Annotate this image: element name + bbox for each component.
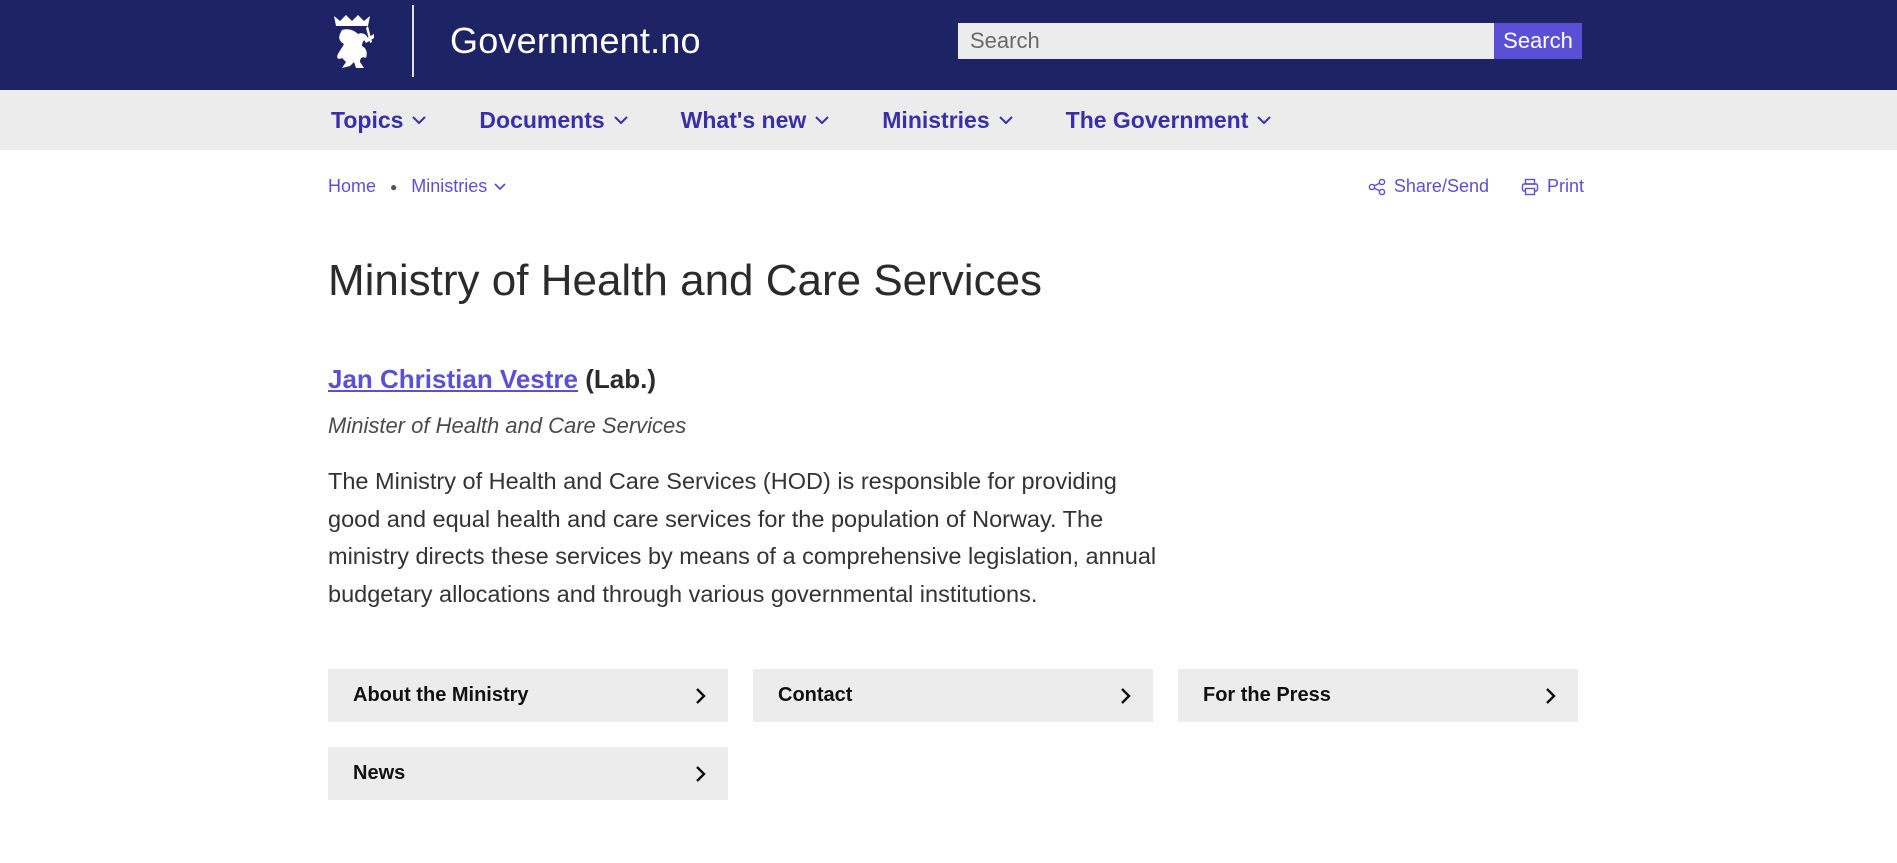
card-news[interactable]: News — [328, 747, 728, 800]
nav-item-documents[interactable]: Documents — [479, 107, 628, 134]
chevron-right-icon — [1121, 687, 1131, 704]
nav-item-label: Documents — [479, 106, 605, 133]
print-button[interactable]: Print — [1521, 176, 1584, 197]
card-for-the-press[interactable]: For the Press — [1178, 669, 1578, 722]
chevron-down-icon — [1257, 116, 1272, 125]
breadcrumb: Home ● Ministries — [328, 176, 507, 197]
nav-item-label: Ministries — [882, 106, 990, 133]
chevron-right-icon — [696, 765, 706, 782]
nav-item-topics[interactable]: Topics — [331, 107, 427, 134]
nav-item-label: The Government — [1065, 106, 1249, 133]
site-header: Government.no Search — [0, 0, 1897, 90]
nav-item-the-government[interactable]: The Government — [1066, 107, 1273, 134]
chevron-down-icon — [494, 183, 506, 191]
breadcrumb-home[interactable]: Home — [328, 176, 376, 197]
card-label: News — [353, 762, 406, 784]
minister-party: (Lab.) — [585, 364, 656, 394]
search-button[interactable]: Search — [1494, 23, 1582, 59]
printer-icon — [1521, 178, 1539, 195]
chevron-down-icon — [815, 116, 829, 125]
minister-role: Minister of Health and Care Services — [328, 413, 687, 438]
breadcrumb-label: Ministries — [411, 176, 488, 196]
breadcrumb-row: Home ● Ministries Share/Send Print — [328, 150, 1584, 220]
search-input[interactable] — [958, 23, 1494, 59]
ministry-intro: The Ministry of Health and Care Services… — [328, 468, 1157, 607]
card-label: For the Press — [1203, 684, 1331, 706]
breadcrumb-ministries[interactable]: Ministries — [411, 176, 507, 197]
page-tools: Share/Send Print — [1336, 176, 1584, 197]
main-content: Ministry of Health and Care Services Jan… — [328, 256, 1584, 800]
nav-item-label: Topics — [331, 106, 404, 133]
share-label: Share/Send — [1393, 176, 1489, 196]
chevron-right-icon — [1546, 687, 1556, 704]
breadcrumb-separator: ● — [390, 179, 398, 194]
minister-line: Jan Christian Vestre (Lab.) — [328, 364, 1584, 395]
nav-item-whats-new[interactable]: What's new — [681, 107, 831, 134]
card-label: Contact — [778, 684, 853, 706]
nav-inner: Topics Documents What's new Ministries T… — [331, 90, 1587, 150]
main-nav: Topics Documents What's new Ministries T… — [0, 90, 1897, 150]
page-title: Ministry of Health and Care Services — [328, 256, 1043, 305]
chevron-right-icon — [696, 687, 706, 704]
chevron-down-icon — [998, 116, 1013, 125]
chevron-down-icon — [613, 116, 628, 125]
nav-item-ministries[interactable]: Ministries — [882, 107, 1013, 134]
card-label: About the Ministry — [353, 684, 529, 706]
card-about-the-ministry[interactable]: About the Ministry — [328, 669, 728, 722]
logo-divider — [412, 5, 414, 77]
norway-coat-of-arms-logo[interactable] — [328, 12, 378, 74]
shortcut-cards: About the Ministry Contact For the Press… — [328, 669, 1584, 800]
minister-name-link[interactable]: Jan Christian Vestre — [328, 364, 578, 394]
chevron-down-icon — [412, 116, 427, 125]
search-form: Search — [958, 23, 1582, 59]
share-send-button[interactable]: Share/Send — [1368, 176, 1489, 197]
header-inner: Government.no Search — [328, 0, 1584, 90]
share-icon — [1368, 178, 1386, 195]
nav-item-label: What's new — [680, 106, 807, 133]
card-contact[interactable]: Contact — [753, 669, 1153, 722]
site-title[interactable]: Government.no — [450, 20, 701, 62]
print-label: Print — [1546, 176, 1584, 196]
